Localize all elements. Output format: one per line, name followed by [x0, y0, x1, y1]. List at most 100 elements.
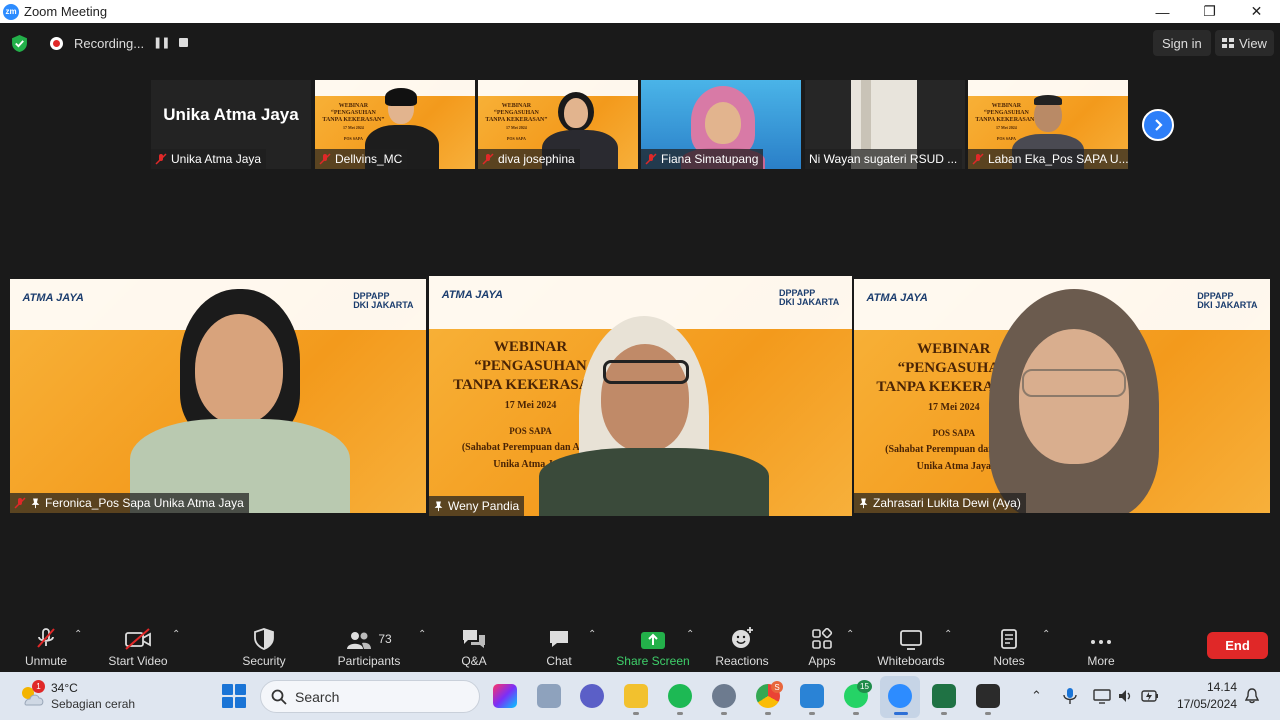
video-tile-ni-wayan-sugateri[interactable]: Ni Wayan sugateri RSUD ... — [805, 80, 965, 169]
notes-options-caret[interactable]: ⌃ — [1042, 629, 1050, 640]
video-tile-zahrasari[interactable]: ATMA JAYA DPPAPP DKI JAKARTA WEBINAR “PEN… — [854, 279, 1270, 513]
participant-name: Unika Atma Jaya — [171, 152, 262, 166]
chat-icon — [550, 631, 568, 647]
taskbar-search-box[interactable]: Search — [260, 680, 480, 713]
maximize-button[interactable]: ❐ — [1186, 0, 1233, 23]
taskbar-clock-time[interactable]: 14.14 — [1192, 680, 1237, 694]
task-view-icon[interactable] — [537, 684, 561, 708]
muted-mic-icon — [155, 153, 167, 165]
search-placeholder: Search — [295, 688, 340, 705]
whiteboards-options-caret[interactable]: ⌃ — [944, 629, 952, 640]
notification-bell-icon[interactable] — [1245, 688, 1259, 704]
video-off-icon — [125, 628, 151, 650]
video-tile-laban-eka[interactable]: WEBINAR “PENGASUHAN TANPA KEKERASAN” 17 … — [968, 80, 1128, 169]
file-explorer-icon[interactable] — [624, 684, 648, 708]
participant-name-label: diva josephina — [478, 149, 580, 169]
excel-icon[interactable] — [932, 684, 956, 708]
video-tile-fiana-simatupang[interactable]: Fiana Simatupang — [641, 80, 801, 169]
weather-temperature: 34°C — [51, 681, 78, 695]
pin-icon — [859, 497, 868, 508]
pin-icon — [434, 500, 443, 511]
participant-name-label: Unika Atma Jaya — [151, 149, 267, 169]
participants-icon — [347, 632, 372, 649]
terminal-icon[interactable] — [976, 684, 1000, 708]
video-tile-weny-pandia[interactable]: ATMA JAYA DPPAPP DKI JAKARTA WEBINAR “PEN… — [429, 276, 852, 516]
share-options-caret[interactable]: ⌃ — [686, 629, 694, 640]
qa-button[interactable]: Q&A — [450, 620, 498, 672]
zoom-app-icon[interactable] — [888, 684, 912, 708]
settings-gear-icon[interactable] — [712, 684, 736, 708]
encryption-shield-icon[interactable] — [11, 35, 28, 52]
participants-options-caret[interactable]: ⌃ — [418, 629, 426, 640]
muted-mic-icon — [14, 497, 26, 509]
zoom-logo-icon: zm — [3, 3, 19, 20]
more-button[interactable]: More — [1078, 620, 1124, 672]
apps-options-caret[interactable]: ⌃ — [846, 629, 854, 640]
weather-badge: 1 — [32, 680, 45, 693]
participants-button[interactable]: 73 Participants — [333, 620, 405, 672]
windows-start-icon[interactable] — [222, 684, 246, 708]
participant-name-label: Fiana Simatupang — [641, 149, 764, 169]
start-video-button[interactable]: Start Video — [101, 620, 175, 672]
window-titlebar: zm Zoom Meeting — ❐ ✕ — [0, 0, 1280, 23]
recording-indicator-icon — [50, 37, 63, 50]
participant-name: Laban Eka_Pos SAPA U... — [988, 152, 1128, 166]
video-tile-unika-atma-jaya[interactable]: Unika Atma Jaya Unika Atma Jaya — [151, 80, 311, 169]
video-tile-feronica[interactable]: ATMA JAYA DPPAPP DKI JAKARTA Feronica_Pos… — [10, 279, 426, 513]
spotify-icon[interactable] — [668, 684, 692, 708]
recording-label: Recording... — [74, 36, 145, 51]
qa-icon — [463, 630, 485, 648]
sign-in-button[interactable]: Sign in — [1153, 30, 1211, 56]
share-screen-button[interactable]: Share Screen — [614, 620, 692, 672]
view-button[interactable]: View — [1215, 30, 1274, 56]
participant-name-label: Laban Eka_Pos SAPA U... — [968, 149, 1128, 169]
show-hidden-icons-icon[interactable]: ⌃ — [1031, 688, 1042, 704]
meeting-top-bar: Recording... ❚❚ Sign in View — [0, 23, 1280, 63]
reactions-button[interactable]: Reactions — [712, 620, 772, 672]
window-title: Zoom Meeting — [24, 4, 108, 19]
muted-mic-icon — [37, 628, 55, 648]
minimize-button[interactable]: — — [1139, 0, 1186, 23]
chat-options-caret[interactable]: ⌃ — [588, 629, 596, 640]
end-meeting-button[interactable]: End — [1207, 632, 1268, 659]
search-icon — [271, 689, 287, 705]
remote-desktop-icon[interactable] — [800, 684, 824, 708]
network-icon[interactable] — [1093, 688, 1111, 704]
view-button-label: View — [1239, 35, 1267, 51]
muted-mic-icon — [972, 153, 984, 165]
pin-icon — [31, 497, 40, 508]
participant-face — [705, 102, 741, 144]
chat-button[interactable]: Chat — [537, 620, 581, 672]
participant-name-label: Feronica_Pos Sapa Unika Atma Jaya — [10, 493, 249, 513]
volume-icon[interactable] — [1117, 688, 1133, 704]
teams-chat-icon[interactable] — [580, 684, 604, 708]
participant-display-name: Unika Atma Jaya — [163, 105, 299, 124]
chevron-right-icon — [1155, 119, 1163, 131]
taskbar-clock-date[interactable]: 17/05/2024 — [1166, 697, 1237, 711]
video-tile-diva-josephina[interactable]: WEBINAR “PENGASUHAN TANPA KEKERASAN” 17 … — [478, 80, 638, 169]
copilot-icon[interactable] — [493, 684, 517, 708]
reactions-smiley-icon — [732, 627, 753, 648]
meeting-toolbar: Unmute ⌃ Start Video ⌃ Security 73 Parti… — [0, 620, 1280, 672]
participant-name: Ni Wayan sugateri RSUD ... — [809, 152, 958, 166]
share-screen-icon — [641, 632, 665, 649]
close-window-button[interactable]: ✕ — [1233, 0, 1280, 23]
unmute-button[interactable]: Unmute — [18, 620, 74, 672]
audio-options-caret[interactable]: ⌃ — [74, 629, 82, 640]
participant-name-label: Zahrasari Lukita Dewi (Aya) — [854, 493, 1026, 513]
participant-name-label: Dellvins_MC — [315, 149, 408, 169]
video-options-caret[interactable]: ⌃ — [172, 629, 180, 640]
apps-button[interactable]: Apps — [802, 620, 842, 672]
participant-name-label: Ni Wayan sugateri RSUD ... — [805, 149, 963, 169]
battery-icon[interactable] — [1141, 689, 1159, 703]
participant-name: diva josephina — [498, 152, 575, 166]
microphone-tray-icon[interactable] — [1063, 687, 1077, 705]
video-tile-dellvins-mc[interactable]: WEBINAR “PENGASUHAN TANPA KEKERASAN” 17 … — [315, 80, 475, 169]
pause-recording-icon[interactable]: ❚❚ — [153, 36, 170, 49]
whiteboards-button[interactable]: Whiteboards — [872, 620, 950, 672]
security-button[interactable]: Security — [236, 620, 292, 672]
notes-button[interactable]: Notes — [986, 620, 1032, 672]
next-page-button[interactable] — [1142, 109, 1174, 141]
stop-recording-icon[interactable] — [179, 38, 188, 47]
whiteboard-icon — [900, 630, 922, 650]
